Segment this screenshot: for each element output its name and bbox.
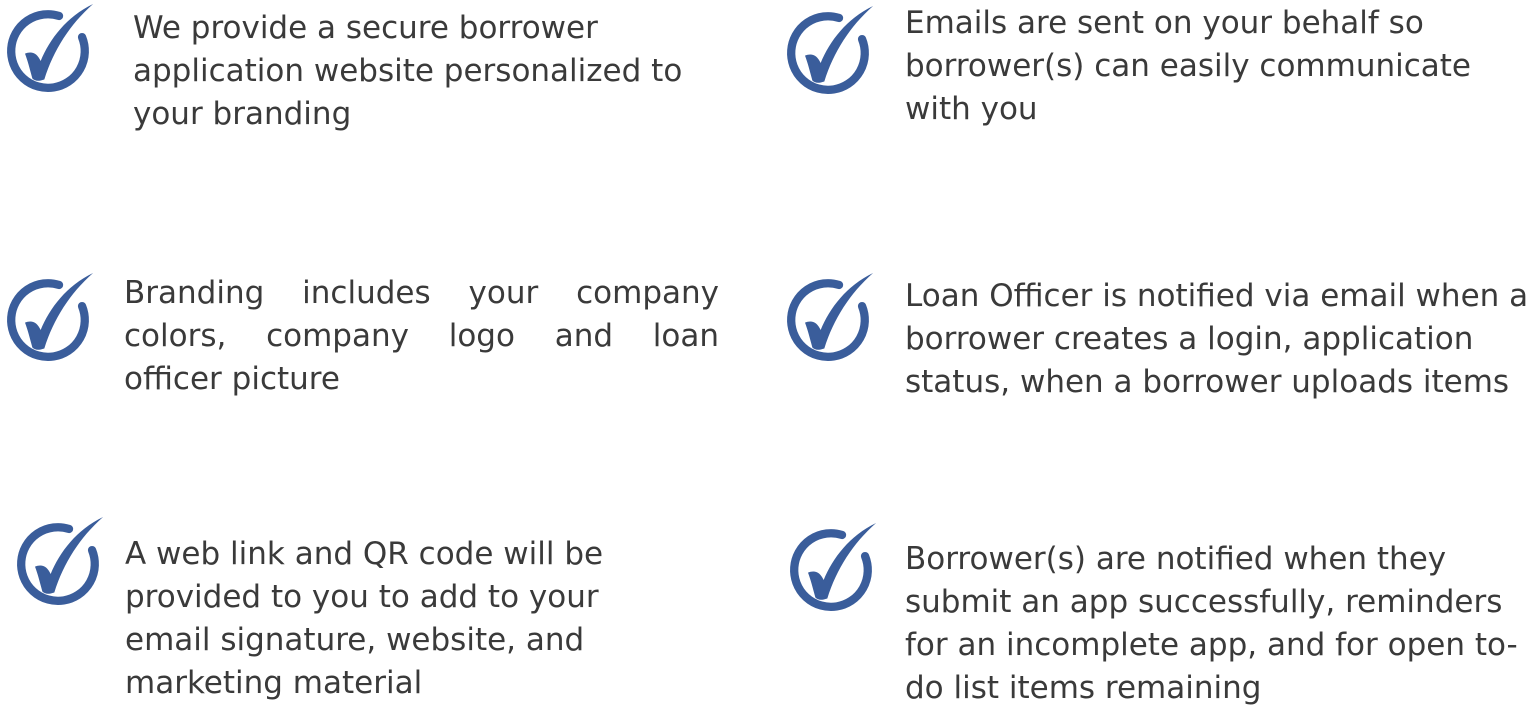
feature-line: We provide a secure borrower <box>133 10 598 46</box>
feature-text: Borrower(s) are notified when they submi… <box>905 538 1525 710</box>
feature-line: Borrower(s) are notified when they <box>905 541 1447 577</box>
feature-line: your branding <box>133 96 352 132</box>
feature-line: borrower(s) can easily communicate <box>905 48 1472 84</box>
feature-line: status, when a borrower uploads items <box>905 364 1510 400</box>
feature-line: email signature, website, and <box>125 622 585 658</box>
feature-line: marketing material <box>125 665 423 701</box>
feature-line: A web link and QR code will be <box>125 536 604 572</box>
checkmark-circle-icon <box>782 273 874 365</box>
feature-text: Branding includes your company colors, c… <box>124 272 719 401</box>
checkmark-circle-icon <box>12 517 104 609</box>
feature-line: Emails are sent on your behalf so <box>905 5 1424 41</box>
feature-line: Loan Officer is notified via email when … <box>905 278 1529 314</box>
feature-text: We provide a secure borrower application… <box>133 7 733 136</box>
feature-line: borrower creates a login, application <box>905 321 1474 357</box>
feature-line: officer picture <box>124 361 340 397</box>
feature-text: Loan Officer is notified via email when … <box>905 275 1535 404</box>
checkmark-circle-icon <box>782 6 874 98</box>
feature-line: Branding includes your company <box>124 275 719 311</box>
feature-line: submit an app successfully, reminders <box>905 584 1503 620</box>
feature-line: application website personalized to <box>133 53 683 89</box>
feature-text: Emails are sent on your behalf so borrow… <box>905 2 1525 131</box>
feature-line: provided to you to add to your <box>125 579 599 615</box>
feature-line: do list items remaining <box>905 670 1262 706</box>
checkmark-circle-icon <box>785 523 877 615</box>
feature-line: with you <box>905 91 1038 127</box>
feature-text: A web link and QR code will be provided … <box>125 533 685 705</box>
checkmark-circle-icon <box>2 273 94 365</box>
checkmark-circle-icon <box>2 4 94 96</box>
feature-line: colors, company logo and loan <box>124 318 719 354</box>
feature-line: for an incomplete app, and for open to- <box>905 627 1518 663</box>
